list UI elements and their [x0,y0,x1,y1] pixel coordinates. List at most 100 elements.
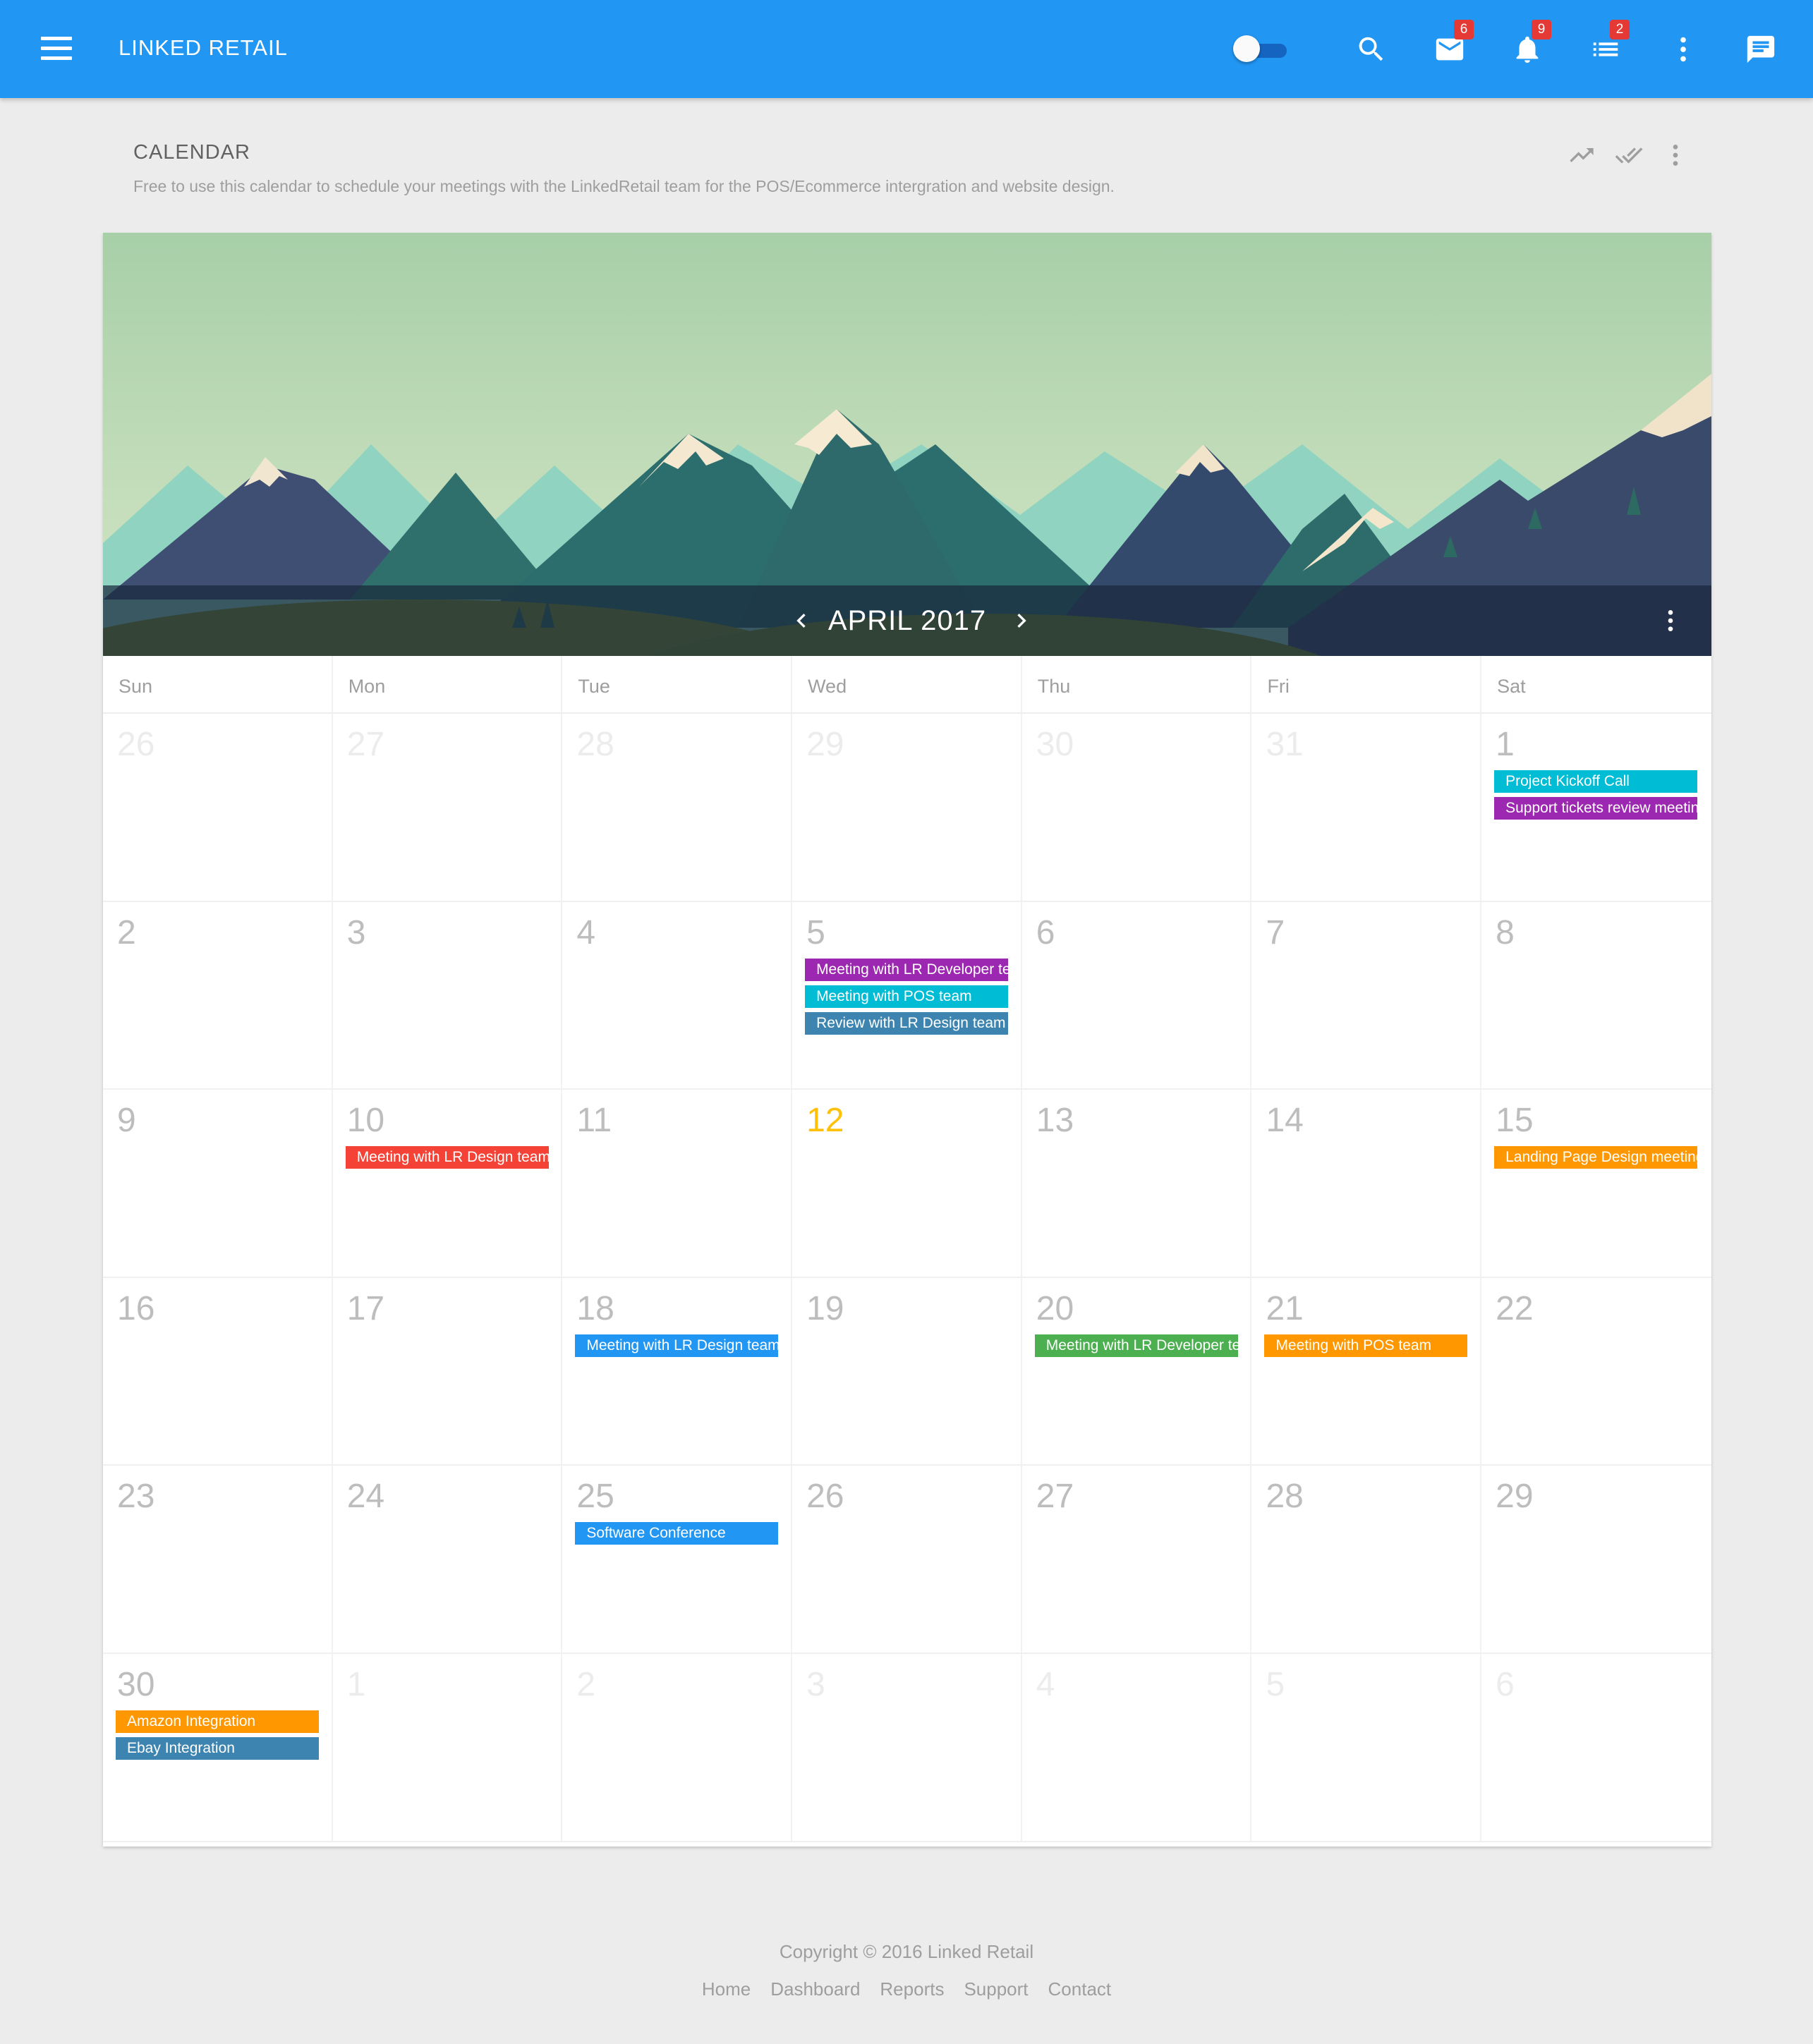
day-cell[interactable]: 5 [1251,1653,1482,1841]
day-cell[interactable]: 10 Meeting with LR Design team [333,1090,563,1277]
footer-link-dashboard[interactable]: Dashboard [770,1978,860,2000]
day-number: 29 [806,726,844,763]
day-cell[interactable]: 29 [1481,1466,1711,1653]
day-cell[interactable]: 26 [103,714,333,901]
day-cell[interactable]: 18 Meeting with LR Design team [562,1277,793,1465]
day-number: 2 [576,1665,596,1703]
day-number: 25 [576,1478,614,1516]
day-number: 28 [576,726,614,763]
search-icon[interactable] [1352,30,1391,69]
event-chip[interactable]: Meeting with LR Developer team [805,958,1009,981]
menu-icon[interactable] [41,37,72,62]
event-chip[interactable]: Review with LR Design team [805,1011,1009,1035]
calendar-grid: Sun Mon Tue Wed Thu Fri Sat 26 27 28 29 30 31… [103,656,1711,1842]
day-cell[interactable]: 2 [103,901,333,1089]
event-chip[interactable]: Support tickets review meeting [1494,797,1698,820]
weekday-label: Tue [562,656,793,712]
done-all-icon[interactable] [1613,140,1644,171]
day-cell[interactable]: 13 [1022,1090,1252,1277]
day-cell[interactable]: 27 [333,714,563,901]
event-chip[interactable]: Meeting with LR Developer team [1034,1334,1238,1357]
day-cell[interactable]: 9 [103,1090,333,1277]
next-month-icon[interactable] [1005,604,1038,638]
day-cell[interactable]: 28 [1251,1466,1482,1653]
day-cell[interactable]: 16 [103,1277,333,1465]
day-cell[interactable]: 5Meeting with LR Developer teamMeeting w… [792,901,1022,1089]
day-cell[interactable]: 6 [1481,1654,1711,1841]
chat-icon[interactable] [1741,30,1781,69]
event-chip[interactable]: Amazon Integration [116,1710,319,1733]
list-icon[interactable]: 2 [1586,20,1630,69]
theme-toggle[interactable] [1233,35,1288,62]
day-cell[interactable]: 25 Software Conference [562,1466,793,1653]
day-number: 27 [346,726,385,763]
event-chip[interactable]: Meeting with LR Design team [575,1334,779,1357]
footer-link-reports[interactable]: Reports [880,1978,944,2000]
mail-icon[interactable]: 6 [1430,20,1474,69]
month-label: APRIL 2017 [827,605,987,636]
event-chip[interactable]: Project Kickoff Call [1494,770,1698,793]
day-cell[interactable]: 28 [562,714,793,901]
day-cell[interactable]: 23 [103,1466,333,1653]
day-cell[interactable]: 17 [333,1277,563,1465]
day-cell[interactable]: 7 [1251,901,1482,1089]
day-cell[interactable]: 26 [792,1466,1022,1653]
day-cell[interactable]: 31 [1251,714,1482,901]
day-cell[interactable]: 19 [792,1277,1022,1465]
day-cell[interactable]: 15 Landing Page Design meeting [1481,1090,1711,1277]
week-row: 23 24 25 Software Conference 26 27 28 29 [103,1466,1711,1654]
footer-link-home[interactable]: Home [702,1978,751,2000]
day-number: 21 [1266,1289,1304,1327]
bell-icon[interactable]: 9 [1508,20,1551,69]
week-row: 16 17 18 Meeting with LR Design team 19 20 Mee… [103,1277,1711,1466]
day-cell[interactable]: 6 [1022,901,1252,1089]
footer-link-support[interactable]: Support [964,1978,1028,2000]
day-cell[interactable]: 1 [333,1653,563,1841]
event-chip[interactable]: Software Conference [575,1522,779,1545]
event-chip[interactable]: Meeting with POS team [805,985,1009,1008]
more-vert-icon[interactable] [1663,30,1703,69]
day-cell[interactable]: 1 Project Kickoff Call Support tickets rev… [1481,714,1711,901]
event-list: Meeting with LR Developer team Meeting wi… [805,958,1009,1039]
day-cell[interactable]: 30 [1022,714,1252,901]
event-chip[interactable]: Meeting with LR Design team [345,1146,549,1169]
day-number: 22 [1496,1289,1534,1327]
day-number: 29 [1496,1478,1534,1516]
weekday-label: Mon [333,656,563,712]
day-cell[interactable]: 3 [792,1653,1022,1841]
day-cell[interactable]: 29 [792,714,1022,901]
day-cell[interactable]: 14 [1251,1090,1482,1277]
day-cell[interactable]: 24 [333,1466,563,1653]
day-cell[interactable]: 3 [333,901,563,1089]
trending-up-icon[interactable] [1566,140,1597,171]
day-cell[interactable]: 11 [562,1090,793,1277]
event-chip[interactable]: Ebay Integration [116,1736,319,1760]
day-cell[interactable]: 2 [562,1653,793,1841]
day-cell[interactable]: 12 [792,1090,1022,1277]
day-cell[interactable]: 27 [1022,1466,1252,1653]
day-cell[interactable]: 21 Meeting with POS team [1251,1277,1482,1465]
footer-link-contact[interactable]: Contact [1048,1978,1112,2000]
mail-badge: 6 [1454,20,1474,39]
event-chip[interactable]: Landing Page Design meeting [1494,1146,1698,1169]
day-cell[interactable]: 4 [562,901,793,1089]
tasks-badge: 2 [1610,20,1630,39]
weekday-label: Fri [1251,656,1482,712]
event-chip[interactable]: Meeting with POS team [1264,1334,1468,1357]
day-cell[interactable]: 30 Amazon Integration Ebay Integration [103,1653,333,1841]
event-list: Meeting with POS team [1264,1334,1468,1361]
event-list: Amazon Integration Ebay Integration [116,1710,319,1764]
header-more-icon[interactable] [1660,140,1691,171]
day-number: 23 [117,1478,155,1516]
calendar-more-icon[interactable] [1654,604,1687,638]
month-navigation-bar: APRIL 2017 [103,585,1711,656]
day-cell[interactable]: 22 [1481,1278,1711,1465]
weeks-container: 26 27 28 29 30 31 1 Project Kickoff Call Support… [103,714,1711,1842]
day-cell[interactable]: 4 [1022,1653,1252,1841]
day-cell[interactable]: 20 Meeting with LR Developer team [1022,1277,1252,1465]
day-cell[interactable]: 8 [1481,902,1711,1089]
event-list: Project Kickoff Call Support tickets revi… [1494,770,1698,824]
event-list: Landing Page Design meeting [1494,1146,1698,1173]
day-number: 6 [1036,913,1055,951]
day-number: 2 [117,913,136,951]
